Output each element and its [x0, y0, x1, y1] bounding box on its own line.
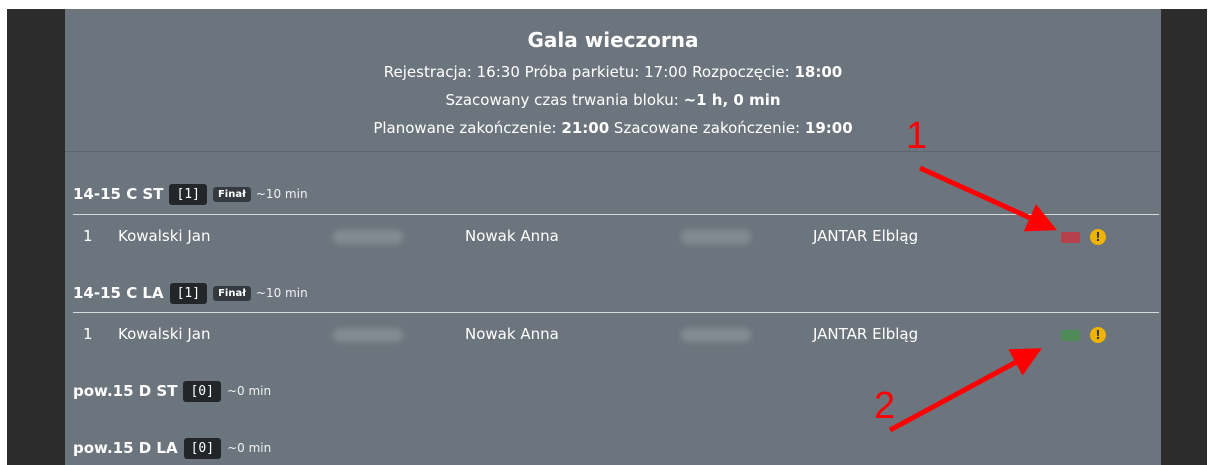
- estimated-end-time: 19:00: [804, 119, 853, 137]
- estimated-end-label: Szacowane zakończenie:: [613, 119, 801, 137]
- couple-count-badge: [0]: [183, 437, 222, 459]
- duration-label: Szacowany czas trwania bloku:: [445, 91, 679, 109]
- table-row: 1 Kowalski Jan Nowak Anna JANTAR Elbląg …: [73, 315, 1159, 351]
- start-label: Rozpoczęcie:: [692, 63, 790, 81]
- category-duration: ~0 min: [226, 384, 272, 398]
- final-badge: Finał: [213, 285, 251, 301]
- start-number: 1: [83, 227, 93, 245]
- club-name: JANTAR Elbląg: [813, 227, 919, 245]
- redacted-text: [333, 328, 403, 342]
- start-time: 18:00: [794, 63, 843, 81]
- duration-value: ~1 h, 0 min: [683, 91, 781, 109]
- redacted-text: [681, 230, 751, 244]
- category-header: 14-15 C LA [1] Finał ~10 min: [73, 280, 308, 306]
- table-row: 1 Kowalski Jan Nowak Anna JANTAR Elbląg …: [73, 217, 1159, 253]
- end-line: Planowane zakończenie: 21:00 Szacowane z…: [65, 119, 1161, 137]
- category-header: 14-15 C ST [1] Finał ~10 min: [73, 181, 308, 207]
- schedule-line: Rejestracja: 16:30 Próba parkietu: 17:00…: [65, 63, 1161, 81]
- category-name: 14-15 C LA: [73, 284, 164, 302]
- redacted-text: [333, 230, 403, 244]
- partner-name: Kowalski Jan: [118, 325, 211, 343]
- partner-name: Kowalski Jan: [118, 227, 211, 245]
- category-name: pow.15 D ST: [73, 382, 178, 400]
- divider: [73, 312, 1159, 313]
- registration-label: Rejestracja:: [383, 63, 472, 81]
- page-background: Gala wieczorna Rejestracja: 16:30 Próba …: [7, 9, 1207, 465]
- block-title: Gala wieczorna: [527, 28, 699, 52]
- rehearsal-label: Próba parkietu:: [524, 63, 640, 81]
- category-header: pow.15 D ST [0] ~0 min: [73, 378, 271, 404]
- block-panel: Gala wieczorna Rejestracja: 16:30 Próba …: [65, 9, 1161, 465]
- duration-line: Szacowany czas trwania bloku: ~1 h, 0 mi…: [65, 91, 1161, 109]
- partner2-name: Nowak Anna: [465, 325, 559, 343]
- couple-count-badge: [0]: [183, 380, 221, 402]
- rehearsal-time: 17:00: [644, 63, 688, 81]
- partner2-name: Nowak Anna: [465, 227, 559, 245]
- status-badge[interactable]: [1061, 232, 1080, 243]
- registration-time: 16:30: [476, 63, 520, 81]
- category-name: pow.15 D LA: [73, 439, 178, 457]
- category-duration: ~0 min: [227, 441, 272, 455]
- final-badge: Finał: [212, 186, 251, 202]
- category-duration: ~10 min: [255, 187, 308, 201]
- planned-end-time: 21:00: [561, 119, 610, 137]
- exclamation-circle-icon[interactable]: !: [1090, 229, 1106, 245]
- redacted-text: [681, 328, 751, 342]
- category-name: 14-15 C ST: [73, 185, 164, 203]
- couple-count-badge: [1]: [169, 183, 207, 205]
- category-duration: ~10 min: [255, 286, 308, 300]
- exclamation-circle-icon[interactable]: !: [1090, 327, 1106, 343]
- planned-end-label: Planowane zakończenie:: [373, 119, 557, 137]
- divider: [73, 214, 1159, 215]
- start-number: 1: [83, 325, 93, 343]
- block-header: Gala wieczorna Rejestracja: 16:30 Próba …: [65, 9, 1161, 152]
- status-badge[interactable]: [1061, 330, 1080, 341]
- club-name: JANTAR Elbląg: [813, 325, 919, 343]
- category-header: pow.15 D LA [0] ~0 min: [73, 435, 271, 461]
- couple-count-badge: [1]: [169, 282, 208, 304]
